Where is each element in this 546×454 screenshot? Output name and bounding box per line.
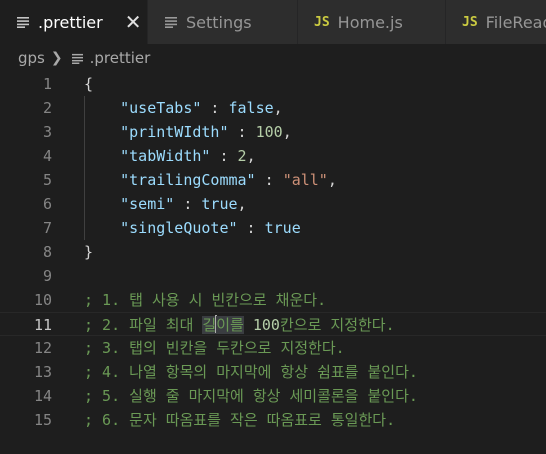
code-line: 3 "printWIdth" : 100,: [0, 120, 546, 144]
line-number: 6: [42, 195, 52, 213]
code-editor[interactable]: 1{ 2 "useTabs" : false, 3 "printWIdth" :…: [0, 72, 546, 454]
json-value: false: [228, 99, 274, 117]
comment: ; 1. 탭 사용 시 빈칸으로 채운다.: [84, 291, 327, 309]
close-icon[interactable]: ✕: [125, 12, 142, 32]
tab-fileread[interactable]: JS FileRead: [446, 0, 546, 44]
selection-highlight: 이를: [216, 316, 244, 334]
line-number: 10: [33, 291, 52, 309]
lines-file-icon: [71, 53, 84, 64]
breadcrumb-file[interactable]: .prettier: [90, 49, 151, 67]
json-key: "singleQuote": [120, 219, 238, 237]
json-key: "printWIdth": [120, 123, 229, 141]
code-line: 13 ; 4. 나열 항목의 마지막에 항상 쉼표를 붙인다.: [0, 360, 546, 384]
comment: ; 3. 탭의 빈칸을 두칸으로 지정한다.: [84, 339, 345, 357]
line-number: 5: [42, 171, 52, 189]
code-line: 1{: [0, 72, 546, 96]
code-line: 6 "semi" : true,: [0, 192, 546, 216]
editor-tab-bar: .prettier ✕ Settings JS Home.js JS FileR…: [0, 0, 546, 44]
code-line: 8}: [0, 240, 546, 264]
comment: ; 2. 파일 최대 길이를 100칸으로 지정한다.: [84, 315, 395, 334]
line-number: 2: [42, 99, 52, 117]
tab-label: .prettier: [38, 12, 103, 32]
code-line: 7 "singleQuote" : true: [0, 216, 546, 240]
json-key: "semi": [120, 195, 175, 213]
js-file-icon: JS: [462, 14, 478, 30]
current-code-line: 11 ; 2. 파일 최대 길이를 100칸으로 지정한다.: [0, 312, 546, 336]
lines-file-icon: [164, 16, 178, 28]
lines-file-icon: [16, 16, 30, 28]
js-file-icon: JS: [314, 14, 330, 30]
tab-prettier[interactable]: .prettier ✕: [0, 0, 148, 44]
close-brace: }: [84, 243, 94, 261]
json-value: true: [201, 195, 238, 213]
json-key: "tabWidth": [120, 147, 211, 165]
tab-label: Settings: [186, 12, 252, 32]
line-number: 15: [33, 411, 52, 429]
json-value: 2: [237, 147, 247, 165]
line-number: 9: [42, 267, 52, 285]
code-line: 15 ; 6. 문자 따옴표를 작은 따옴표로 통일한다.: [0, 408, 546, 432]
line-number: 1: [42, 75, 52, 93]
code-line: 10 ; 1. 탭 사용 시 빈칸으로 채운다.: [0, 288, 546, 312]
code-line: 12 ; 3. 탭의 빈칸을 두칸으로 지정한다.: [0, 336, 546, 360]
line-number: 13: [33, 363, 52, 381]
open-brace: {: [84, 75, 94, 93]
line-number: 4: [42, 147, 52, 165]
code-line: 4 "tabWidth" : 2,: [0, 144, 546, 168]
json-key: "useTabs": [120, 99, 202, 117]
json-value: true: [264, 219, 301, 237]
comment: ; 6. 문자 따옴표를 작은 따옴표로 통일한다.: [84, 411, 396, 429]
code-line: 5 "trailingComma" : "all",: [0, 168, 546, 192]
tab-label: FileRead: [485, 12, 546, 32]
breadcrumb: gps ❯ .prettier: [0, 44, 546, 72]
line-number: 14: [33, 387, 52, 405]
chevron-right-icon: ❯: [50, 50, 63, 66]
tab-settings[interactable]: Settings: [148, 0, 298, 44]
tab-label: Home.js: [337, 12, 403, 32]
comment: ; 4. 나열 항목의 마지막에 항상 쉼표를 붙인다.: [84, 363, 418, 381]
line-number: 8: [42, 243, 52, 261]
tab-home-js[interactable]: JS Home.js: [298, 0, 446, 44]
line-number: 11: [33, 316, 52, 334]
code-line: 14 ; 5. 실행 줄 마지막에 항상 세미콜론을 붙인다.: [0, 384, 546, 408]
json-key: "trailingComma": [120, 171, 256, 189]
line-number: 3: [42, 123, 52, 141]
selection-highlight: 길: [202, 316, 217, 334]
json-value: 100: [255, 123, 283, 141]
comment: ; 5. 실행 줄 마지막에 항상 세미콜론을 붙인다.: [84, 387, 418, 405]
breadcrumb-folder[interactable]: gps: [18, 49, 45, 67]
line-number: 12: [33, 339, 52, 357]
line-number: 7: [42, 219, 52, 237]
code-line: 2 "useTabs" : false,: [0, 96, 546, 120]
code-line: 9: [0, 264, 546, 288]
json-value: "all": [282, 171, 328, 189]
